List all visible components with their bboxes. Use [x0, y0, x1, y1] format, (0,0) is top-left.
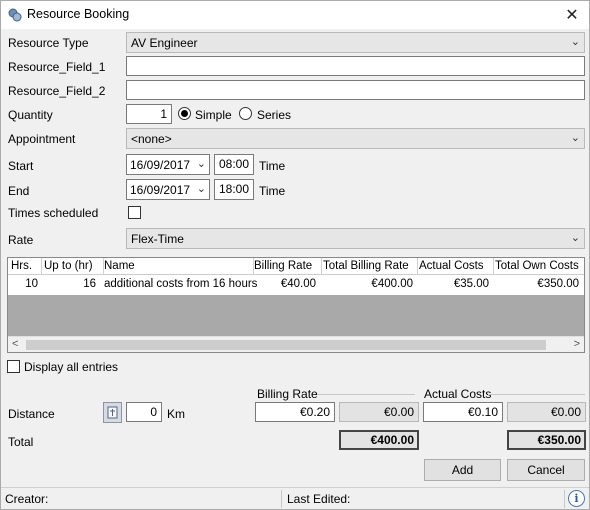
simple-radio-label: Simple — [195, 108, 232, 122]
start-date-picker[interactable]: 16/09/2017 ⌄ — [126, 154, 210, 175]
calculator-icon — [107, 406, 118, 419]
total-actual-field: €350.00 — [507, 430, 586, 450]
calculator-button[interactable] — [103, 402, 122, 423]
table-row[interactable]: 10 16 additional costs from 16 hours €40… — [8, 276, 584, 294]
rates-grid[interactable]: Hrs. Up to (hr) Name Billing Rate Total … — [7, 257, 585, 353]
col-total-billing-rate[interactable]: Total Billing Rate — [323, 260, 409, 272]
last-edited-status: Last Edited: — [287, 492, 351, 506]
cell-name: additional costs from 16 hours — [104, 278, 258, 290]
display-all-checkbox[interactable] — [7, 360, 20, 373]
col-name[interactable]: Name — [104, 260, 135, 272]
end-time-input[interactable]: 18:00 — [214, 179, 254, 200]
actual-costs-group-label: Actual Costs — [424, 387, 492, 401]
resource-field-2-input[interactable] — [126, 80, 585, 100]
cancel-button[interactable]: Cancel — [507, 459, 585, 481]
series-radio-label: Series — [257, 108, 292, 122]
close-button[interactable]: ✕ — [559, 3, 585, 27]
cell-actual-costs: €35.00 — [453, 278, 489, 290]
field2-label: Resource_Field_2 — [8, 84, 106, 98]
rate-label: Rate — [8, 233, 34, 247]
col-total-own-costs[interactable]: Total Own Costs — [495, 260, 579, 272]
distance-label: Distance — [8, 407, 55, 421]
resource-type-select[interactable]: AV Engineer ⌄ — [126, 32, 585, 53]
title-bar: Resource Booking ✕ — [1, 1, 589, 29]
col-actual-costs[interactable]: Actual Costs — [419, 260, 484, 272]
appointment-value: <none> — [131, 132, 172, 146]
total-billing-field: €400.00 — [339, 430, 419, 450]
app-icon — [8, 8, 22, 22]
display-all-label: Display all entries — [24, 360, 119, 374]
cell-hrs: 10 — [25, 278, 38, 290]
col-billing-rate[interactable]: Billing Rate — [254, 260, 312, 272]
quantity-input[interactable]: 1 — [126, 104, 172, 124]
cell-upto: 16 — [83, 278, 96, 290]
col-hrs[interactable]: Hrs. — [11, 260, 32, 272]
actual-costs-extra-field: €0.00 — [507, 402, 586, 422]
grid-empty-area — [8, 295, 584, 337]
quantity-label: Quantity — [8, 108, 53, 122]
field1-label: Resource_Field_1 — [8, 60, 106, 74]
billing-rate-extra-field: €0.00 — [339, 402, 419, 422]
billing-rate-group-label: Billing Rate — [257, 387, 318, 401]
chevron-down-icon: ⌄ — [570, 36, 580, 48]
cell-total-own: €350.00 — [537, 278, 579, 290]
scroll-thumb[interactable] — [26, 340, 546, 350]
total-label: Total — [8, 435, 34, 449]
add-button[interactable]: Add — [424, 459, 501, 481]
rate-value: Flex-Time — [131, 232, 184, 246]
billing-rate-divider — [317, 394, 415, 395]
times-scheduled-checkbox[interactable] — [128, 206, 141, 219]
close-icon: ✕ — [565, 7, 579, 24]
cell-total-billing: €400.00 — [371, 278, 413, 290]
info-icon[interactable]: i — [568, 490, 585, 507]
rate-select[interactable]: Flex-Time ⌄ — [126, 228, 585, 249]
resource-type-value: AV Engineer — [131, 36, 198, 50]
end-label: End — [8, 184, 30, 198]
start-time-input[interactable]: 08:00 — [214, 154, 254, 175]
scroll-left-icon[interactable]: < — [12, 338, 18, 350]
km-label: Km — [167, 407, 185, 421]
series-radio[interactable] — [239, 107, 252, 120]
appointment-select[interactable]: <none> ⌄ — [126, 128, 585, 149]
chevron-down-icon: ⌄ — [570, 132, 580, 144]
distance-input[interactable]: 0 — [126, 402, 162, 422]
chevron-down-icon: ⌄ — [196, 158, 206, 170]
window-title: Resource Booking — [27, 7, 130, 21]
scroll-right-icon[interactable]: > — [574, 338, 580, 350]
times-scheduled-label: Times scheduled — [8, 206, 99, 220]
start-date-value: 16/09/2017 — [130, 158, 191, 172]
simple-radio[interactable] — [178, 107, 191, 120]
resource-booking-dialog: Resource Booking ✕ Resource Type AV Engi… — [0, 0, 590, 510]
end-time-label: Time — [259, 184, 286, 198]
chevron-down-icon: ⌄ — [196, 183, 206, 195]
actual-costs-divider — [488, 394, 585, 395]
grid-header: Hrs. Up to (hr) Name Billing Rate Total … — [8, 258, 584, 275]
grid-horizontal-scrollbar[interactable]: < > — [8, 336, 584, 352]
status-bar: Creator: Last Edited: i — [1, 487, 589, 509]
end-date-value: 16/09/2017 — [130, 183, 191, 197]
resource-field-1-input[interactable] — [126, 56, 585, 76]
creator-status: Creator: — [5, 492, 49, 506]
actual-costs-value-input[interactable]: €0.10 — [423, 402, 503, 422]
start-time-label: Time — [259, 159, 286, 173]
appointment-label: Appointment — [8, 132, 76, 146]
chevron-down-icon: ⌄ — [570, 232, 580, 244]
start-label: Start — [8, 159, 34, 173]
billing-rate-value-input[interactable]: €0.20 — [255, 402, 335, 422]
end-date-picker[interactable]: 16/09/2017 ⌄ — [126, 179, 210, 200]
cell-billing-rate: €40.00 — [280, 278, 316, 290]
resource-type-label: Resource Type — [8, 36, 89, 50]
col-upto[interactable]: Up to (hr) — [44, 260, 93, 272]
